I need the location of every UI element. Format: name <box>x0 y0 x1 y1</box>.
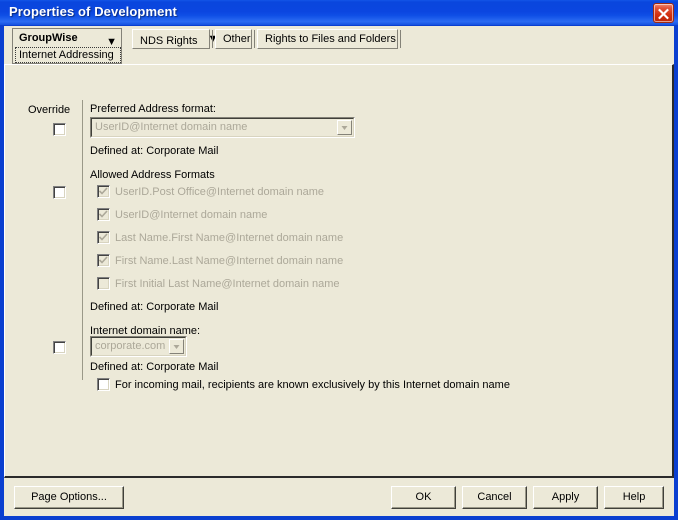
window-title: Properties of Development <box>9 4 177 19</box>
tab-separator <box>212 30 213 48</box>
allowed-format-checkbox-1 <box>97 208 110 221</box>
tab-rights-to-files-and-folders[interactable]: Rights to Files and Folders <box>257 29 398 49</box>
override-checkbox-preferred[interactable] <box>53 123 66 136</box>
combo-dropdown-button[interactable] <box>169 339 184 354</box>
allowed-format-checkbox-0 <box>97 185 110 198</box>
allowed-format-label-1: UserID@Internet domain name <box>115 209 268 221</box>
tab-nds-rights[interactable]: NDS Rights ▼ <box>132 29 218 49</box>
cancel-button[interactable]: Cancel <box>462 486 527 509</box>
tab-nds-rights-label: NDS Rights <box>140 35 198 47</box>
preferred-defined-at: Defined at: Corporate Mail <box>90 145 219 157</box>
tab-separator <box>400 30 401 48</box>
preferred-address-format-value: UserID@Internet domain name <box>95 121 248 133</box>
ok-button[interactable]: OK <box>391 486 456 509</box>
tab-internet-addressing[interactable]: Internet Addressing <box>15 47 121 63</box>
preferred-address-format-combo[interactable]: UserID@Internet domain name <box>90 117 355 138</box>
allowed-format-checkbox-3 <box>97 254 110 267</box>
tab-other[interactable]: Other <box>215 29 252 49</box>
allowed-format-label-2: Last Name.First Name@Internet domain nam… <box>115 232 344 244</box>
exclusive-domain-label: For incoming mail, recipients are known … <box>115 379 510 391</box>
tab-rights-label: Rights to Files and Folders <box>265 33 396 45</box>
chevron-down-icon <box>173 345 180 349</box>
column-divider <box>82 100 83 380</box>
allowed-address-formats-label: Allowed Address Formats <box>90 169 215 181</box>
close-icon <box>658 8 669 20</box>
tab-groupwise-label: GroupWise <box>19 32 78 44</box>
exclusive-domain-checkbox[interactable] <box>97 378 110 391</box>
content-panel: Override Preferred Address format: UserI… <box>4 64 674 478</box>
tab-internet-addressing-label: Internet Addressing <box>19 49 114 61</box>
page-options-button[interactable]: Page Options... <box>14 486 124 509</box>
tab-separator <box>254 30 255 48</box>
check-icon <box>99 187 108 195</box>
override-checkbox-domain[interactable] <box>53 341 66 354</box>
apply-button[interactable]: Apply <box>533 486 598 509</box>
check-icon <box>99 210 108 218</box>
close-button[interactable] <box>653 3 674 23</box>
tab-other-label: Other <box>223 33 251 45</box>
preferred-address-format-label: Preferred Address format: <box>90 103 216 115</box>
chevron-down-icon <box>341 126 348 130</box>
check-icon <box>99 256 108 264</box>
override-checkbox-allowed[interactable] <box>53 186 66 199</box>
internet-domain-name-combo[interactable]: corporate.com <box>90 336 187 357</box>
allowed-format-checkbox-4 <box>97 277 110 290</box>
client-area: GroupWise ▼ Internet Addressing NDS Righ… <box>4 26 674 516</box>
allowed-format-checkbox-2 <box>97 231 110 244</box>
title-bar[interactable]: Properties of Development <box>0 0 678 26</box>
help-button[interactable]: Help <box>604 486 664 509</box>
allowed-defined-at: Defined at: Corporate Mail <box>90 301 219 313</box>
allowed-format-label-3: First Name.Last Name@Internet domain nam… <box>115 255 344 267</box>
domain-defined-at: Defined at: Corporate Mail <box>90 361 219 373</box>
internet-domain-name-value: corporate.com <box>95 340 166 352</box>
allowed-format-label-0: UserID.Post Office@Internet domain name <box>115 186 325 198</box>
allowed-format-label-4: First Initial Last Name@Internet domain … <box>115 278 340 290</box>
properties-dialog-window: Properties of Development GroupWise ▼ In… <box>0 0 678 520</box>
tab-groupwise-group[interactable]: GroupWise ▼ Internet Addressing <box>12 28 122 64</box>
combo-dropdown-button[interactable] <box>337 120 352 135</box>
dialog-button-bar: Page Options... OK Cancel Apply Help <box>4 481 674 516</box>
check-icon <box>99 233 108 241</box>
tab-strip: GroupWise ▼ Internet Addressing NDS Righ… <box>4 26 674 65</box>
tab-groupwise[interactable]: GroupWise ▼ <box>14 30 122 48</box>
override-column-header: Override <box>28 104 71 116</box>
